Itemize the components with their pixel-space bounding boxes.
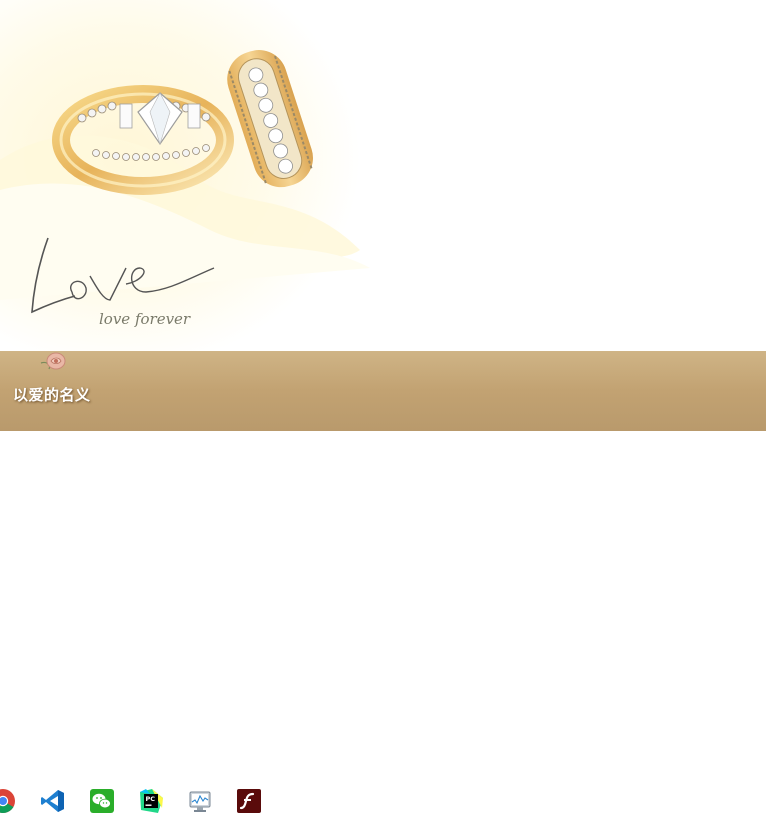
wedding-rings-illustration: love forever xyxy=(0,0,400,351)
page-title: 以爱的名义 xyxy=(13,386,91,404)
svg-text:PC: PC xyxy=(146,795,156,803)
wechat-icon[interactable] xyxy=(89,788,115,814)
love-forever-text: love forever xyxy=(99,310,191,328)
rose-icon xyxy=(40,352,66,370)
taskbar: PC xyxy=(0,785,766,814)
title-banner: 以爱的名义 xyxy=(0,351,766,431)
hero-image: love forever xyxy=(0,0,766,351)
vscode-icon[interactable] xyxy=(40,788,66,814)
chrome-icon[interactable] xyxy=(0,788,16,814)
resource-monitor-icon[interactable] xyxy=(187,788,213,814)
flash-icon[interactable] xyxy=(236,788,262,814)
pycharm-icon[interactable]: PC xyxy=(138,788,164,814)
